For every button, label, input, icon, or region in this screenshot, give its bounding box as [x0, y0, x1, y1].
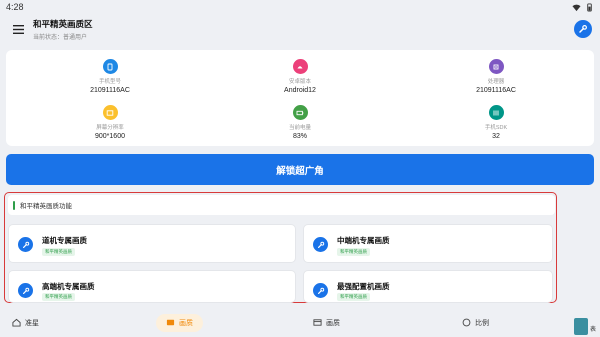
info-item-model: 手机型号 21091116AC [50, 59, 170, 94]
wrench-icon [18, 237, 33, 252]
app-title: 和平精英画质区 [33, 18, 93, 29]
device-info-card: 手机型号 21091116AC 安卓版本 Android12 处理器 21091… [6, 50, 594, 146]
info-value: 21091116AC [476, 87, 516, 94]
status-time: 4:28 [6, 2, 24, 12]
info-value: Android12 [284, 87, 316, 94]
info-label: 手机SDK [484, 125, 508, 131]
info-label: 当前电量 [288, 125, 311, 131]
section-header: 和平精英画质功能 [8, 195, 555, 215]
floating-tag: 表 [590, 327, 597, 333]
info-label: 安卓版本 [288, 79, 311, 85]
feature-card[interactable]: 最强配置机画质 和平精英画质 [303, 270, 553, 303]
info-label: 处理器 [487, 79, 505, 85]
screen-icon [102, 105, 118, 120]
settings-button[interactable] [574, 20, 592, 38]
nav-item-crosshair[interactable]: 准星 [12, 314, 39, 332]
phone-icon [102, 59, 118, 74]
feature-tag: 和平精英画质 [337, 293, 370, 301]
nav-label: 画质 [179, 319, 193, 327]
info-value: 83% [292, 133, 307, 140]
info-label: 手机型号 [98, 79, 121, 85]
wrench-icon [18, 283, 33, 298]
wrench-icon [313, 237, 328, 252]
wrench-icon [313, 283, 328, 298]
info-item-android: 安卓版本 Android12 [240, 59, 360, 94]
status-icons [572, 2, 594, 12]
battery-icon [292, 105, 308, 120]
app-bar: 和平精英画质区 当前状态：普通用户 [0, 14, 600, 44]
info-value: 21091116AC [90, 87, 130, 94]
feature-tag: 和平精英画质 [337, 248, 370, 256]
section-title: 和平精英画质功能 [20, 203, 72, 210]
feature-tag: 和平精英画质 [42, 248, 75, 256]
sdk-icon [488, 105, 504, 120]
app-subtitle: 当前状态：普通用户 [33, 34, 88, 41]
feature-title: 高端机专属画质 [42, 282, 95, 291]
nav-item-ratio[interactable]: 比例 [462, 314, 489, 332]
feature-card[interactable]: 道机专属画质 和平精英画质 [8, 224, 296, 263]
info-item-processor: 处理器 21091116AC [436, 59, 556, 94]
nav-label: 画质 [326, 319, 340, 327]
bottom-nav: 准星 画质 画质 比例 [0, 308, 600, 337]
nav-label: 比例 [475, 319, 489, 327]
window-icon [313, 319, 322, 326]
info-value: 900*1600 [95, 133, 125, 140]
chip-icon [488, 59, 504, 74]
info-item-resolution: 屏幕分辨率 900*1600 [50, 105, 170, 140]
home-icon [12, 318, 21, 327]
info-label: 屏幕分辨率 [96, 125, 124, 131]
feature-tag: 和平精英画质 [42, 293, 75, 301]
picture-icon [166, 319, 175, 326]
nav-item-quality-active[interactable]: 画质 [156, 313, 203, 332]
nav-label: 准星 [25, 319, 39, 327]
android-icon [292, 59, 308, 74]
floating-avatar[interactable] [574, 318, 588, 335]
face-icon [462, 318, 471, 327]
info-value: 32 [492, 133, 500, 140]
info-item-battery: 当前电量 83% [240, 105, 360, 140]
info-item-sdk: 手机SDK 32 [436, 105, 556, 140]
feature-title: 最强配置机画质 [337, 282, 390, 291]
app-titles: 和平精英画质区 当前状态：普通用户 [33, 18, 93, 41]
battery-icon [587, 2, 592, 12]
wrench-icon [579, 25, 588, 33]
wifi-icon [572, 4, 581, 11]
nav-item-quality[interactable]: 画质 [313, 314, 340, 332]
section-accent-bar [13, 200, 15, 210]
unlock-wide-angle-button[interactable]: 解锁超广角 [6, 154, 594, 185]
feature-card[interactable]: 高端机专属画质 和平精英画质 [8, 270, 296, 303]
menu-icon [12, 24, 24, 34]
feature-title: 中端机专属画质 [337, 236, 390, 245]
status-bar: 4:28 [0, 0, 600, 14]
feature-title: 道机专属画质 [42, 236, 87, 245]
menu-button[interactable] [5, 16, 31, 42]
feature-card[interactable]: 中端机专属画质 和平精英画质 [303, 224, 553, 263]
